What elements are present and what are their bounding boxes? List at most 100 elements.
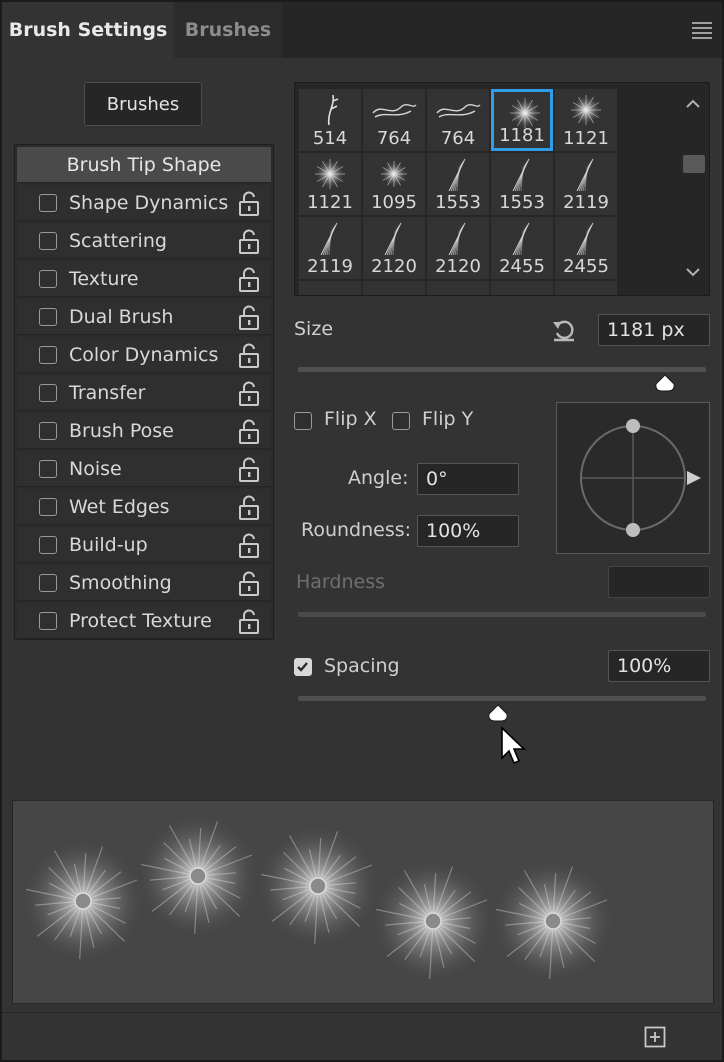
brush-tip-thumbnail [381,161,407,187]
unlocked-padlock-icon[interactable] [237,457,261,483]
option-row[interactable]: Smoothing [17,565,271,601]
option-checkbox[interactable] [39,270,57,288]
brush-preset-cell[interactable]: 2120 [427,217,489,279]
brush-preset-cell[interactable]: 764 [427,89,489,151]
size-field[interactable]: 1181 px [598,314,710,346]
brush-preset-cell[interactable]: 1181 [491,89,553,151]
unlocked-padlock-icon[interactable] [237,419,261,445]
option-label: Brush Pose [69,420,174,442]
brush-preset-cell[interactable]: 2455 [555,217,617,279]
option-row[interactable]: Dual Brush [17,299,271,335]
brush-size-number: 2119 [563,192,609,213]
option-row[interactable]: Brush Pose [17,413,271,449]
unlocked-padlock-icon[interactable] [237,343,261,369]
brush-preset-cell[interactable]: 514 [299,89,361,151]
hardness-field[interactable] [608,566,710,598]
unlocked-padlock-icon[interactable] [237,191,261,217]
tab-bar: Brush Settings Brushes [2,2,722,58]
hardness-slider[interactable] [298,612,706,617]
flip-y-checkbox[interactable] [392,412,410,430]
option-checkbox[interactable] [39,498,57,516]
option-row[interactable]: Protect Texture [17,603,271,639]
option-checkbox[interactable] [39,232,57,250]
brush-tip-thumbnail [512,158,530,192]
brush-stroke-preview [12,800,714,1004]
unlocked-padlock-icon[interactable] [237,609,261,635]
hamburger-icon[interactable] [692,22,712,39]
size-slider[interactable] [298,367,706,372]
unlocked-padlock-icon[interactable] [237,571,261,597]
brush-size-number: 1121 [563,128,609,149]
add-square-icon[interactable] [644,1026,666,1048]
tab-brush-settings[interactable]: Brush Settings [2,2,174,58]
option-row[interactable]: Transfer [17,375,271,411]
flip-x-checkbox[interactable] [294,412,312,430]
brush-size-number: 1121 [307,192,353,213]
option-checkbox[interactable] [39,536,57,554]
option-checkbox[interactable] [39,422,57,440]
size-slider-handle[interactable] [654,374,676,392]
option-brush-tip-shape[interactable]: Brush Tip Shape [17,147,271,183]
unlocked-padlock-icon[interactable] [237,533,261,559]
brush-preset-cell[interactable]: 2119 [555,153,617,215]
hardness-label: Hardness [296,571,385,593]
option-row[interactable]: Wet Edges [17,489,271,525]
brush-preset-cell[interactable]: 2119 [299,217,361,279]
tab-brushes[interactable]: Brushes [174,2,282,58]
unlocked-padlock-icon[interactable] [237,381,261,407]
brush-preset-cell[interactable]: 1121 [299,153,361,215]
scroll-up-icon[interactable] [683,97,703,111]
option-row[interactable]: Shape Dynamics [17,185,271,221]
grid-scrollbar[interactable] [675,83,709,295]
brush-preset-cell[interactable]: 764 [363,89,425,151]
option-checkbox[interactable] [39,460,57,478]
option-row[interactable]: Texture [17,261,271,297]
grid-scroll-thumb[interactable] [683,155,705,173]
unlocked-padlock-icon[interactable] [237,229,261,255]
brush-tip-thumbnail [576,222,594,256]
option-checkbox[interactable] [39,308,57,326]
option-row[interactable]: Build-up [17,527,271,563]
brush-size-number: 1553 [435,192,481,213]
brush-preset-cell[interactable]: 1553 [427,153,489,215]
unlocked-padlock-icon[interactable] [237,495,261,521]
spacing-field[interactable]: 100% [608,650,710,682]
brush-preset-cell-partial[interactable] [555,281,617,295]
brush-tip-thumbnail [372,104,417,118]
brush-preset-cell[interactable]: 1553 [491,153,553,215]
brush-preset-cell-partial[interactable] [363,281,425,295]
spacing-slider[interactable] [298,696,706,701]
option-label: Shape Dynamics [69,192,229,214]
option-checkbox[interactable] [39,574,57,592]
option-checkbox[interactable] [39,346,57,364]
angle-label: Angle: [348,467,409,489]
brush-preset-cell[interactable]: 2120 [363,217,425,279]
brush-size-number: 764 [440,128,476,149]
brush-preset-cell[interactable]: 1121 [555,89,617,151]
brush-preset-cell-partial[interactable] [427,281,489,295]
option-row[interactable]: Noise [17,451,271,487]
unlocked-padlock-icon[interactable] [237,267,261,293]
brush-preset-cell[interactable]: 2455 [491,217,553,279]
brush-preset-cell[interactable]: 1095 [363,153,425,215]
scroll-down-icon[interactable] [683,265,703,279]
brushes-button[interactable]: Brushes [84,82,202,126]
spacing-checkbox[interactable] [294,658,312,676]
brush-tip-thumbnail [448,158,466,192]
brush-preset-cell-partial[interactable] [299,281,361,295]
mouse-pointer-icon [501,726,526,765]
option-row[interactable]: Scattering [17,223,271,259]
option-checkbox[interactable] [39,612,57,630]
option-row[interactable]: Color Dynamics [17,337,271,373]
angle-roundness-widget[interactable] [556,402,710,554]
unlocked-padlock-icon[interactable] [237,305,261,331]
angle-field[interactable]: 0° [417,463,519,495]
option-checkbox[interactable] [39,384,57,402]
brush-preset-cell-partial[interactable] [491,281,553,295]
spacing-slider-handle[interactable] [487,704,509,722]
roundness-field[interactable]: 100% [417,515,519,547]
brush-size-number: 2119 [307,256,353,277]
reset-arrow-icon[interactable] [550,316,578,344]
brush-tip-thumbnail [327,94,339,126]
option-checkbox[interactable] [39,194,57,212]
